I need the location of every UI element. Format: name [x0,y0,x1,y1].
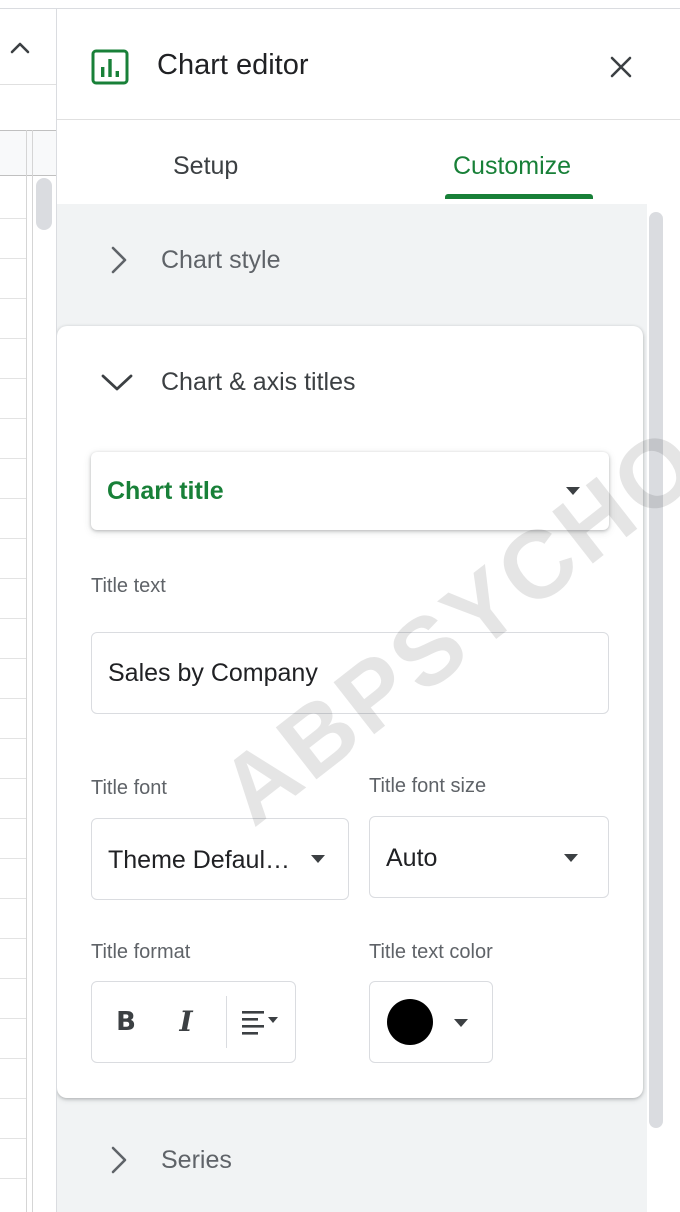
caret-down-icon [564,854,578,862]
customize-content: Chart style Chart & axis titles Chart ti… [57,204,647,1212]
grid-row-line [0,818,26,819]
title-text-color-label: Title text color [369,941,493,963]
grid-row-line [0,698,26,699]
editor-tabs: Setup Customize [57,120,680,202]
grid-row-line [0,1018,26,1019]
grid-row-line [0,618,26,619]
title-format-toolbar: B I [91,981,296,1063]
section-label[interactable]: Chart & axis titles [161,364,356,400]
title-text-color-picker[interactable] [369,981,493,1063]
sheet-scrollbar-thumb[interactable] [36,178,52,230]
title-format-label: Title format [91,941,191,963]
grid-row-line [0,498,26,499]
grid-row-line [0,538,26,539]
toolbar-divider [226,996,227,1048]
chevron-up-icon [10,42,30,54]
close-icon [610,56,632,78]
title-target-value: Chart title [107,477,224,505]
grid-row-line [0,938,26,939]
grid-row-line [0,578,26,579]
panel-scrollbar-thumb[interactable] [649,212,663,1128]
grid-row-line [0,1058,26,1059]
grid-row-line [0,658,26,659]
section-series[interactable]: Series [57,1104,643,1212]
grid-row-line [0,1178,26,1179]
grid-row-line [0,458,26,459]
tab-setup[interactable]: Setup [173,148,238,184]
title-font-size-label: Title font size [369,775,487,797]
spreadsheet-background [0,0,56,1212]
column-header-row [0,130,56,176]
toolbar-divider [0,8,56,9]
grid-row-line [0,1098,26,1099]
active-tab-indicator [445,194,593,199]
grid-row-line [0,898,26,899]
title-font-label: Title font [91,777,167,799]
section-label: Series [161,1146,232,1174]
grid-row-line [0,338,26,339]
section-chart-axis-titles: Chart & axis titles Chart title Title te… [57,326,643,1098]
section-chart-style[interactable]: Chart style [57,204,643,320]
color-swatch [387,999,433,1045]
title-font-size-select[interactable]: Auto [369,816,609,898]
grid-row-line [0,258,26,259]
grid-line [26,130,27,1212]
bold-button[interactable]: B [108,998,144,1046]
panel-header: Chart editor [57,9,680,120]
grid-line [32,130,33,1212]
italic-button[interactable]: I [168,998,204,1046]
align-left-icon [242,1011,278,1035]
grid-row-line [0,298,26,299]
chart-editor-panel: Chart editor Setup Customize Chart style… [56,8,680,1212]
grid-row-line [0,978,26,979]
title-target-dropdown[interactable]: Chart title [91,452,609,530]
section-label: Chart style [161,246,281,274]
caret-down-icon [566,487,580,495]
grid-row-line [0,778,26,779]
close-button[interactable] [603,49,639,85]
title-text-input[interactable] [91,632,609,714]
chevron-right-icon [111,1146,127,1174]
grid-row-line [0,1138,26,1139]
title-font-select[interactable]: Theme Defaul… [91,818,349,900]
align-dropdown-button[interactable] [234,998,290,1046]
title-font-value: Theme Defaul… [108,846,291,874]
caret-down-icon [311,855,325,863]
formula-bar-divider [0,84,56,85]
grid-row-line [0,858,26,859]
caret-down-icon [454,1019,468,1027]
chevron-down-icon[interactable] [99,364,135,400]
title-text-label: Title text [91,575,166,597]
grid-row-line [0,738,26,739]
panel-title: Chart editor [157,49,309,81]
grid-row-line [0,378,26,379]
grid-row-line [0,418,26,419]
chevron-right-icon [111,246,127,274]
grid-row-line [0,218,26,219]
title-font-size-value: Auto [386,844,438,872]
collapse-toolbar-button[interactable] [6,34,34,62]
bar-chart-icon [91,49,129,85]
tab-customize[interactable]: Customize [453,148,571,184]
